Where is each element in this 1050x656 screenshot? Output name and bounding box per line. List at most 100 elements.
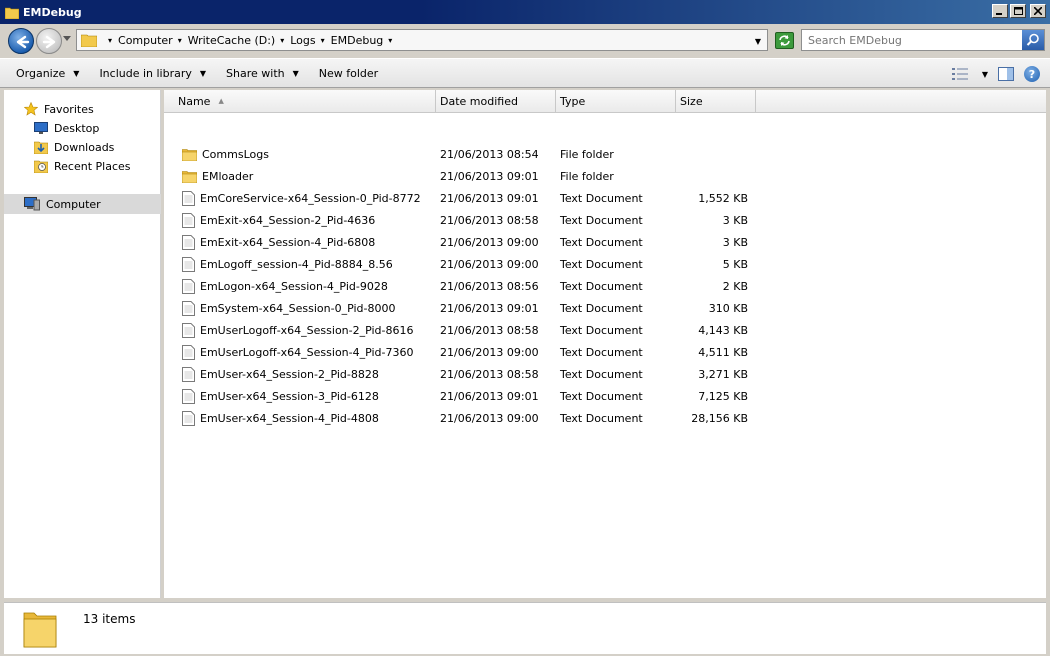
breadcrumb-writecache[interactable]: WriteCache (D:) ▾ bbox=[188, 34, 285, 47]
file-type: File folder bbox=[560, 147, 614, 161]
text-document-icon bbox=[182, 190, 195, 206]
text-document-icon bbox=[182, 300, 195, 316]
file-row[interactable]: EmUser-x64_Session-2_Pid-8828 21/06/2013 … bbox=[164, 363, 1046, 385]
chevron-down-icon: ▼ bbox=[199, 68, 207, 78]
file-name: EmSystem-x64_Session-0_Pid-8000 bbox=[200, 301, 396, 315]
file-date: 21/06/2013 08:58 bbox=[440, 367, 539, 381]
file-size: 7,125 KB bbox=[698, 389, 748, 403]
file-name: EmLogon-x64_Session-4_Pid-9028 bbox=[200, 279, 388, 293]
file-name-cell[interactable]: EmUser-x64_Session-2_Pid-8828 bbox=[182, 363, 379, 385]
back-arrow-icon bbox=[16, 35, 30, 49]
file-row[interactable]: EmCoreService-x64_Session-0_Pid-8772 21/0… bbox=[164, 187, 1046, 209]
forward-button[interactable] bbox=[36, 28, 62, 54]
folder-icon bbox=[182, 170, 197, 183]
help-icon[interactable]: ? bbox=[1024, 66, 1040, 82]
file-row[interactable]: EmUser-x64_Session-4_Pid-4808 21/06/2013 … bbox=[164, 407, 1046, 429]
file-row[interactable]: EmExit-x64_Session-2_Pid-4636 21/06/2013 … bbox=[164, 209, 1046, 231]
file-type: File folder bbox=[560, 169, 614, 183]
file-row[interactable]: EmUserLogoff-x64_Session-4_Pid-7360 21/06… bbox=[164, 341, 1046, 363]
file-row[interactable]: EmExit-x64_Session-4_Pid-6808 21/06/2013 … bbox=[164, 231, 1046, 253]
file-date: 21/06/2013 09:00 bbox=[440, 257, 539, 271]
nav-recent-places[interactable]: Recent Places bbox=[34, 157, 131, 175]
file-type: Text Document bbox=[560, 301, 643, 315]
column-header-type[interactable]: Type bbox=[556, 90, 676, 112]
file-name-cell[interactable]: EmUser-x64_Session-4_Pid-4808 bbox=[182, 407, 379, 429]
nav-favorites[interactable]: Favorites bbox=[24, 100, 94, 118]
details-pane: 13 items bbox=[4, 602, 1046, 654]
refresh-button[interactable] bbox=[775, 32, 794, 49]
file-type: Text Document bbox=[560, 345, 643, 359]
preview-pane-icon[interactable] bbox=[998, 67, 1014, 81]
file-list: Name ▲ Date modified Type Size CommsLogs 2… bbox=[164, 90, 1046, 598]
file-name-cell[interactable]: EmExit-x64_Session-2_Pid-4636 bbox=[182, 209, 375, 231]
file-name-cell[interactable]: EmSystem-x64_Session-0_Pid-8000 bbox=[182, 297, 396, 319]
nav-downloads[interactable]: Downloads bbox=[34, 138, 114, 156]
star-icon bbox=[24, 102, 38, 116]
file-row[interactable]: EmUser-x64_Session-3_Pid-6128 21/06/2013 … bbox=[164, 385, 1046, 407]
forward-arrow-icon bbox=[42, 35, 56, 49]
minimize-button[interactable] bbox=[992, 4, 1008, 18]
column-header-size[interactable]: Size bbox=[676, 90, 756, 112]
file-row[interactable]: EmLogon-x64_Session-4_Pid-9028 21/06/2013… bbox=[164, 275, 1046, 297]
file-name-cell[interactable]: EmExit-x64_Session-4_Pid-6808 bbox=[182, 231, 375, 253]
file-type: Text Document bbox=[560, 235, 643, 249]
navigation-pane: Favorites Desktop Downloads Recent Place… bbox=[4, 90, 161, 598]
file-name-cell[interactable]: EmLogoff_session-4_Pid-8884_8.56 bbox=[182, 253, 393, 275]
column-header-name[interactable]: Name ▲ bbox=[164, 90, 436, 112]
search-input[interactable] bbox=[802, 33, 1018, 47]
text-document-icon bbox=[182, 410, 195, 426]
text-document-icon bbox=[182, 322, 195, 338]
close-icon bbox=[1034, 7, 1042, 15]
title-bar[interactable]: EMDebug bbox=[0, 0, 1050, 24]
file-name: EmUserLogoff-x64_Session-2_Pid-8616 bbox=[200, 323, 414, 337]
nav-desktop[interactable]: Desktop bbox=[34, 119, 99, 137]
file-date: 21/06/2013 08:58 bbox=[440, 323, 539, 337]
file-name-cell[interactable]: EmUser-x64_Session-3_Pid-6128 bbox=[182, 385, 379, 407]
refresh-icon bbox=[779, 35, 790, 46]
file-name: EmUser-x64_Session-2_Pid-8828 bbox=[200, 367, 379, 381]
chevron-down-icon[interactable]: ▼ bbox=[982, 70, 988, 79]
address-bar[interactable]: ▾ Computer ▾ WriteCache (D:) ▾ Logs ▾ EMDeb… bbox=[76, 29, 768, 51]
file-name: EmUser-x64_Session-3_Pid-6128 bbox=[200, 389, 379, 403]
file-size: 1,552 KB bbox=[698, 191, 748, 205]
back-button[interactable] bbox=[8, 28, 34, 54]
file-name-cell[interactable]: EmUserLogoff-x64_Session-4_Pid-7360 bbox=[182, 341, 414, 363]
file-name-cell[interactable]: CommsLogs bbox=[182, 143, 269, 165]
text-document-icon bbox=[182, 366, 195, 382]
file-date: 21/06/2013 09:00 bbox=[440, 345, 539, 359]
close-button[interactable] bbox=[1030, 4, 1046, 18]
file-row[interactable]: EmUserLogoff-x64_Session-2_Pid-8616 21/06… bbox=[164, 319, 1046, 341]
file-name-cell[interactable]: EmUserLogoff-x64_Session-2_Pid-8616 bbox=[182, 319, 414, 341]
file-row[interactable]: EmSystem-x64_Session-0_Pid-8000 21/06/201… bbox=[164, 297, 1046, 319]
search-box[interactable] bbox=[801, 29, 1045, 51]
text-document-icon bbox=[182, 278, 195, 294]
file-type: Text Document bbox=[560, 279, 643, 293]
breadcrumb-root-arrow[interactable]: ▾ bbox=[103, 36, 112, 45]
new-folder-button[interactable]: New folder bbox=[319, 67, 378, 80]
folder-icon bbox=[5, 7, 19, 19]
change-view-button[interactable]: ▼ bbox=[951, 68, 988, 80]
file-name-cell[interactable]: EmLogon-x64_Session-4_Pid-9028 bbox=[182, 275, 388, 297]
column-header-date-modified[interactable]: Date modified bbox=[436, 90, 556, 112]
breadcrumb-emdebug[interactable]: EMDebug ▾ bbox=[331, 34, 393, 47]
include-in-library-menu[interactable]: Include in library ▼ bbox=[99, 67, 206, 80]
file-row[interactable]: EmLogoff_session-4_Pid-8884_8.56 21/06/20… bbox=[164, 253, 1046, 275]
file-date: 21/06/2013 09:01 bbox=[440, 389, 539, 403]
file-type: Text Document bbox=[560, 411, 643, 425]
organize-menu[interactable]: Organize ▼ bbox=[16, 67, 79, 80]
file-row[interactable]: CommsLogs 21/06/2013 08:54 File folder bbox=[164, 143, 1046, 165]
file-size bbox=[680, 165, 748, 187]
nav-computer[interactable]: Computer bbox=[24, 195, 101, 213]
chevron-down-icon: ▼ bbox=[73, 68, 80, 78]
recent-pages-dropdown[interactable] bbox=[63, 36, 71, 42]
breadcrumb-computer[interactable]: Computer ▾ bbox=[118, 34, 182, 47]
search-button[interactable] bbox=[1022, 30, 1044, 50]
maximize-button[interactable] bbox=[1010, 4, 1026, 18]
file-name-cell[interactable]: EMloader bbox=[182, 165, 253, 187]
file-row[interactable]: EMloader 21/06/2013 09:01 File folder bbox=[164, 165, 1046, 187]
file-date: 21/06/2013 08:58 bbox=[440, 213, 539, 227]
file-name-cell[interactable]: EmCoreService-x64_Session-0_Pid-8772 bbox=[182, 187, 421, 209]
address-history-dropdown[interactable]: ▼ bbox=[755, 37, 761, 46]
share-with-menu[interactable]: Share with ▼ bbox=[226, 67, 299, 80]
breadcrumb-logs[interactable]: Logs ▾ bbox=[290, 34, 324, 47]
